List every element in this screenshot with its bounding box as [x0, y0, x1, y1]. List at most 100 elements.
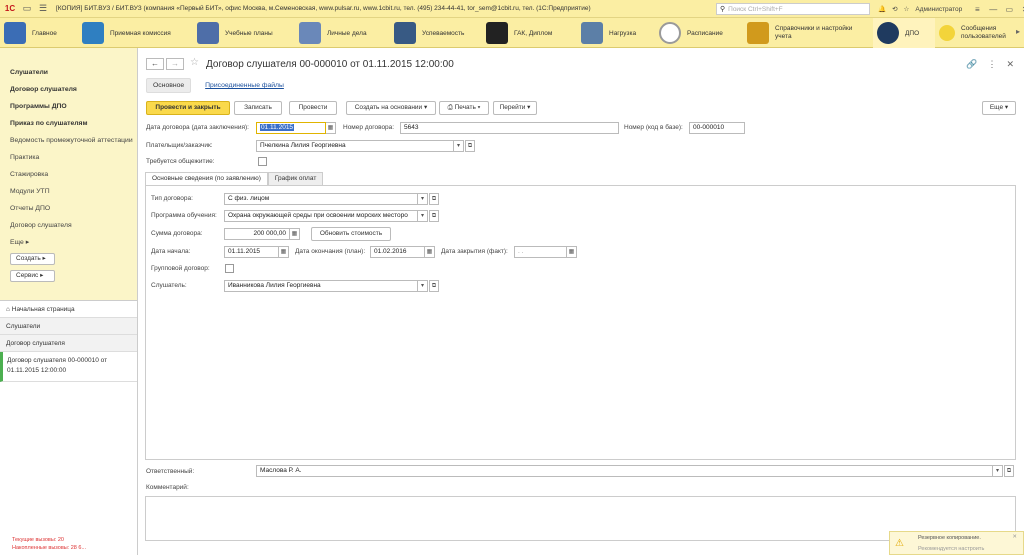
bell-icon[interactable]: 🔔 — [878, 5, 886, 13]
contract-type-open-icon[interactable]: ⧉ — [429, 193, 439, 205]
tab-main[interactable]: Основное — [146, 78, 192, 93]
close-fact-field[interactable]: . . — [514, 246, 567, 258]
program-field[interactable]: Охрана окружающей среды при освоении мор… — [224, 210, 418, 222]
close-button[interactable]: ✕ — [1020, 5, 1024, 14]
section-messages[interactable]: Сообщения пользователей — [935, 18, 1015, 48]
nav-listener-orders[interactable]: Приказ по слушателям — [0, 115, 137, 132]
minimize-button[interactable]: — — [988, 5, 998, 14]
nav-dpo-reports[interactable]: Отчеты ДПО — [0, 200, 137, 217]
maximize-button[interactable]: ▭ — [1004, 5, 1014, 14]
home-icon: ⌂ — [6, 306, 10, 313]
group-contract-checkbox[interactable] — [225, 264, 234, 273]
nav-dpo-programs[interactable]: Программы ДПО — [0, 98, 137, 115]
close-fact-calendar-icon[interactable]: ▦ — [567, 246, 577, 258]
tab-payment-schedule[interactable]: График оплат — [267, 172, 324, 185]
section-performance[interactable]: Успеваемость — [390, 18, 482, 48]
section-main[interactable]: Главное — [0, 18, 78, 48]
sections-more-icon[interactable]: ▸ — [1016, 27, 1020, 36]
nav-practice[interactable]: Практика — [0, 149, 137, 166]
search-input[interactable]: ⚲ Поиск Ctrl+Shift+F — [716, 3, 870, 15]
accumulated-calls: Накопленные вызовы: 28 6... — [12, 545, 87, 551]
end-plan-field[interactable]: 01.02.2016 — [370, 246, 425, 258]
favorite-star-icon[interactable]: ☆ — [190, 57, 199, 68]
base-number-field[interactable]: 00-000010 — [689, 122, 745, 134]
amount-field[interactable]: 200 000,00 — [224, 228, 290, 240]
post-button[interactable]: Провести — [289, 101, 337, 115]
listener-dropdown-icon[interactable]: ▾ — [418, 280, 428, 292]
link-icon[interactable]: 🔗 — [966, 59, 977, 70]
group-contract-label: Групповой договор: — [151, 265, 210, 272]
back-arrow-icon[interactable]: ← — [146, 58, 164, 70]
post-and-close-button[interactable]: Провести и закрыть — [146, 101, 230, 115]
program-open-icon[interactable]: ⧉ — [429, 210, 439, 222]
history-home[interactable]: ⌂ Начальная страница — [0, 301, 137, 318]
star-icon[interactable]: ☆ — [904, 5, 910, 13]
calendar-icon[interactable]: ▦ — [326, 122, 336, 134]
section-load[interactable]: Нагрузка — [577, 18, 655, 48]
notification-close-icon[interactable]: ✕ — [1012, 534, 1017, 540]
history-item-listeners[interactable]: Слушатели — [0, 318, 137, 335]
payer-open-icon[interactable]: ⧉ — [465, 140, 475, 152]
more-button[interactable]: Еще ▾ — [982, 101, 1016, 115]
program-dropdown-icon[interactable]: ▾ — [418, 210, 428, 222]
tab-attached-files[interactable]: Присоединенные файлы — [199, 79, 290, 92]
nav-internship[interactable]: Стажировка — [0, 166, 137, 183]
payer-field[interactable]: Пчелкина Лилия Георгиевна — [256, 140, 454, 152]
responsible-field[interactable]: Маслова Р. А. — [256, 465, 993, 477]
section-personal-files[interactable]: Личные дела — [295, 18, 390, 48]
payer-label: Плательщик/заказчик: — [146, 142, 213, 149]
listener-label: Слушатель: — [151, 282, 187, 289]
listener-field[interactable]: Иванникова Лилия Георгиевна — [224, 280, 418, 292]
start-date-field[interactable]: 01.11.2015 — [224, 246, 279, 258]
nav-listener-contract-2[interactable]: Договор слушателя — [0, 217, 137, 234]
responsible-open-icon[interactable]: ⧉ — [1004, 465, 1014, 477]
save-button[interactable]: Записать — [234, 101, 282, 115]
menu-icon[interactable]: ☰ — [36, 2, 50, 16]
contract-number-field[interactable]: 5643 — [400, 122, 619, 134]
dormitory-label: Требуется общежитие: — [146, 158, 215, 165]
title-bar: 1С ▭ ☰ [КОПИЯ] БИТ.ВУЗ / БИТ.ВУЗ (компан… — [0, 0, 1024, 18]
more-vert-icon[interactable]: ⋮ — [987, 59, 996, 70]
goto-button[interactable]: Перейти ▾ — [493, 101, 537, 115]
create-based-on-button[interactable]: Создать на основании ▾ — [346, 101, 436, 115]
payer-dropdown-icon[interactable]: ▾ — [454, 140, 464, 152]
end-plan-calendar-icon[interactable]: ▦ — [425, 246, 435, 258]
section-schedule[interactable]: Расписание — [655, 18, 743, 48]
dormitory-checkbox[interactable] — [258, 157, 267, 166]
form-toolbar: Провести и закрыть Записать Провести Соз… — [146, 101, 1016, 115]
update-cost-button[interactable]: Обновить стоимость — [311, 227, 391, 241]
nav-utp-modules[interactable]: Модули УТП — [0, 183, 137, 200]
history-icon[interactable]: ⟲ — [892, 5, 897, 13]
section-gak-diploma[interactable]: ГАК, Диплом — [482, 18, 577, 48]
settings-icon[interactable]: ≡ — [972, 5, 982, 14]
section-dpo[interactable]: ДПО — [873, 18, 935, 48]
start-date-calendar-icon[interactable]: ▦ — [279, 246, 289, 258]
nav-more[interactable]: Еще ▸ — [0, 234, 137, 251]
nav-listener-contract[interactable]: Договор слушателя — [0, 81, 137, 98]
listener-open-icon[interactable]: ⧉ — [429, 280, 439, 292]
nav-listeners[interactable]: Слушатели — [0, 64, 137, 81]
backup-notification[interactable]: ⚠ Резервное копирование. Рекомендуется н… — [889, 531, 1024, 555]
responsible-dropdown-icon[interactable]: ▾ — [993, 465, 1003, 477]
contract-date-field[interactable]: 01.11.2015 — [256, 122, 326, 134]
calendar-icon — [197, 22, 219, 44]
contract-number-label: Номер договора: — [343, 124, 395, 131]
contract-type-field[interactable]: С физ. лицом — [224, 193, 418, 205]
section-admissions[interactable]: Приемная комиссия — [78, 18, 193, 48]
history-item-current[interactable]: Договор слушателя 00-000010 от 01.11.201… — [0, 352, 137, 382]
forward-arrow-icon[interactable]: → — [166, 58, 184, 70]
close-form-icon[interactable]: ✕ — [1006, 59, 1014, 70]
calculator-icon[interactable]: ▦ — [290, 228, 300, 240]
tab-basic-info[interactable]: Основные сведения (по заявлению) — [145, 172, 268, 185]
contract-type-dropdown-icon[interactable]: ▾ — [418, 193, 428, 205]
create-button[interactable]: Создать ▸ — [10, 253, 55, 265]
comment-textarea[interactable] — [145, 496, 1016, 541]
notes-icon[interactable]: ▭ — [20, 2, 34, 16]
service-button[interactable]: Сервис ▸ — [10, 270, 55, 282]
nav-attestation-sheet[interactable]: Ведомость промежуточной аттестации — [0, 132, 137, 149]
section-curricula[interactable]: Учебные планы — [193, 18, 295, 48]
print-button[interactable]: ⎙ Печать ▾ — [439, 101, 489, 115]
section-references[interactable]: Справочники и настройки учета — [743, 18, 873, 48]
user-name[interactable]: Администратор — [915, 6, 962, 13]
history-item-contract[interactable]: Договор слушателя — [0, 335, 137, 352]
